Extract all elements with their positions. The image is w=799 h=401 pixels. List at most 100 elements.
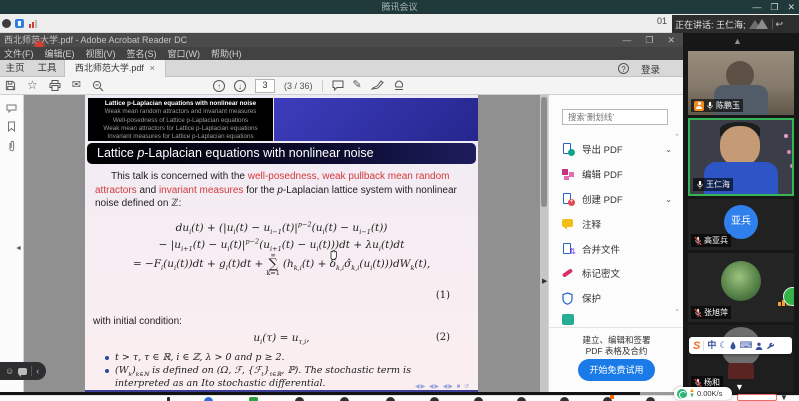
stamp-icon[interactable]: [393, 80, 405, 91]
tool-comment[interactable]: 注释: [562, 214, 674, 234]
taskbar-icon[interactable]: [560, 397, 569, 401]
print-icon[interactable]: [49, 80, 61, 91]
scroll-down-icon[interactable]: ⌄: [674, 305, 680, 313]
participant-tile[interactable]: 张旭萍: [688, 253, 794, 322]
tool-combine-files[interactable]: ⇅ 合并文件: [562, 239, 674, 259]
tool-create-pdf[interactable]: + 创建 PDF ⌄: [562, 189, 674, 209]
menu-help[interactable]: 帮助(H): [211, 47, 242, 60]
tab-home[interactable]: 主页: [2, 60, 28, 77]
meeting-app-title: 腾讯会议: [381, 0, 417, 14]
taskbar-icon-badged[interactable]: [603, 397, 612, 401]
promo-line2: PDF 表格及合约: [549, 345, 684, 357]
taskbar-icon[interactable]: [474, 397, 483, 401]
taskbar-icon[interactable]: [295, 397, 304, 401]
keyboard-icon[interactable]: ⌨: [739, 337, 752, 354]
menu-edit[interactable]: 编辑(E): [45, 47, 75, 60]
sum-symbol: ∞ ∑ k=1: [266, 252, 280, 276]
status-dot-icon: [2, 19, 11, 28]
bookmarks-icon[interactable]: [7, 121, 16, 132]
scrollbar-thumb[interactable]: [541, 97, 547, 207]
taskbar-icon[interactable]: [386, 397, 395, 401]
participant-video: [720, 126, 760, 166]
menu-view[interactable]: 视图(V): [86, 47, 116, 60]
back-arrow-icon[interactable]: ↩: [776, 19, 784, 30]
slide-header-decoration: [274, 98, 478, 141]
tool-export-pdf[interactable]: 导出 PDF ⌄: [562, 139, 674, 159]
person-icon[interactable]: [755, 342, 763, 350]
scroll-up-icon[interactable]: ⌃: [674, 133, 680, 141]
page-up-button[interactable]: ↑: [213, 80, 225, 92]
page-down-button[interactable]: ↓: [234, 80, 246, 92]
tab-document[interactable]: 西北师范大学.pdf ×: [64, 60, 166, 77]
attachments-icon[interactable]: [7, 140, 16, 152]
ink-drop-icon[interactable]: [730, 341, 736, 350]
divider: [31, 366, 32, 376]
chevron-down-icon[interactable]: ⌄: [665, 195, 672, 204]
taskbar-icon[interactable]: [249, 397, 258, 401]
tab-close-icon[interactable]: ×: [150, 63, 156, 74]
minimize-button[interactable]: —: [752, 2, 761, 12]
restore-button[interactable]: ❐: [645, 35, 653, 46]
nav-collapse-icon[interactable]: ◄: [15, 245, 22, 252]
tab-tools[interactable]: 工具: [32, 60, 62, 77]
menu-file[interactable]: 文件(F): [4, 47, 34, 60]
minimize-button[interactable]: —: [622, 35, 631, 45]
fill-sign-icon[interactable]: [371, 80, 384, 91]
participant-tile-speaking[interactable]: 王仁海: [688, 118, 794, 196]
taskbar-icon[interactable]: [517, 397, 526, 401]
panel-collapse-icon[interactable]: ▶: [542, 277, 547, 285]
taskbar-icon[interactable]: [646, 397, 655, 401]
comment-icon[interactable]: [332, 80, 344, 91]
tool-partial-icon[interactable]: [562, 314, 574, 325]
tool-redact[interactable]: 标记密文: [562, 263, 674, 283]
acrobat-window: 西北师范大学.pdf - Adobe Acrobat Reader DC — ❐…: [0, 33, 683, 397]
video-panel: ▲ 陈鹏玉 王仁海 亚兵 高亚兵: [683, 33, 799, 396]
panel-collapse-up-icon[interactable]: ▲: [733, 36, 742, 46]
taskbar-icon[interactable]: [204, 397, 213, 401]
taskbar-icon[interactable]: [167, 397, 170, 401]
network-speed-widget[interactable]: ▲▼ 0.00K/s: [674, 387, 732, 400]
taskbar-icon[interactable]: [430, 397, 439, 401]
close-button[interactable]: ✕: [787, 2, 795, 13]
ime-lang-icon[interactable]: 中: [707, 337, 716, 354]
chat-icon[interactable]: [18, 368, 27, 375]
free-trial-button[interactable]: 开始免费试用: [578, 359, 655, 381]
save-icon[interactable]: [5, 80, 16, 91]
annotations-icon[interactable]: [6, 103, 17, 113]
zoom-icon[interactable]: [92, 80, 104, 92]
highlight-pencil-icon[interactable]: ✎: [353, 77, 362, 94]
updown-arrows-icon: ▲▼: [689, 388, 695, 399]
document-area: ◄ Lattice p-Laplacian equations with non…: [0, 95, 683, 392]
participant-label: 张旭萍: [691, 306, 731, 319]
chevron-down-icon[interactable]: ⌄: [665, 145, 672, 154]
tab-bar: 主页 工具 西北师范大学.pdf × ? 登录: [0, 60, 683, 77]
participant-label: 王仁海: [693, 178, 733, 191]
ime-logo-icon[interactable]: S: [693, 340, 700, 352]
speaking-bar: 正在讲话: 王仁海; ↩: [672, 15, 799, 33]
help-icon[interactable]: ?: [618, 63, 629, 74]
taskbar-tray-arrow-icon[interactable]: ▼: [780, 393, 788, 401]
menu-sign[interactable]: 签名(S): [127, 47, 157, 60]
wrench-icon[interactable]: [766, 342, 774, 350]
email-icon[interactable]: ✉: [72, 77, 81, 94]
maximize-button[interactable]: ❐: [770, 2, 778, 13]
participant-tile[interactable]: 陈鹏玉: [688, 51, 794, 115]
star-icon[interactable]: ☆: [27, 77, 38, 94]
taskbar-icon[interactable]: [340, 397, 349, 401]
tools-search-input[interactable]: [562, 109, 668, 125]
meeting-title-bar: 腾讯会议: [0, 0, 799, 14]
moon-icon[interactable]: ☾: [719, 337, 727, 354]
menu-window[interactable]: 窗口(W): [168, 47, 201, 60]
page-number-input[interactable]: 3: [255, 79, 275, 93]
participant-tile[interactable]: 亚兵 高亚兵: [688, 199, 794, 250]
tool-protect[interactable]: 保护: [562, 288, 674, 308]
reaction-toolbar: ☺ ‹: [0, 362, 46, 380]
smiley-icon[interactable]: ☺: [5, 366, 14, 376]
document-scrollbar[interactable]: [540, 95, 548, 392]
close-button[interactable]: ✕: [667, 35, 675, 46]
collapse-chevron-icon[interactable]: ‹: [36, 366, 39, 376]
login-button[interactable]: 登录: [641, 62, 660, 76]
panel-collapse-down-icon[interactable]: ▼: [735, 382, 744, 392]
bullet-icon: [105, 356, 109, 360]
tool-edit-pdf[interactable]: 编辑 PDF: [562, 164, 674, 184]
